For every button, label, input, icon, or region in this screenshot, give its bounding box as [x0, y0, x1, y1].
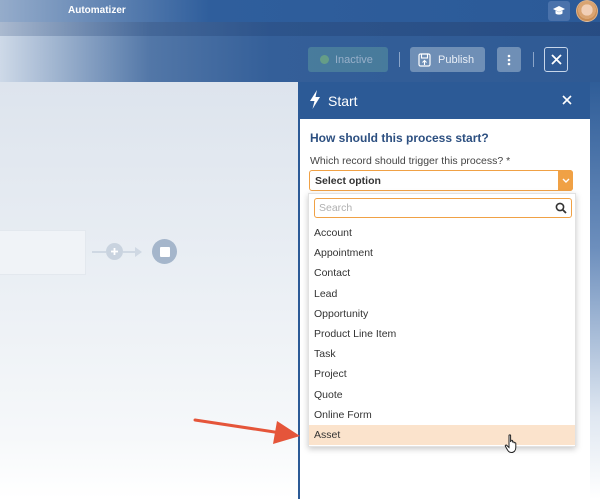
trigger-record-select[interactable]: Select option — [309, 170, 573, 191]
hand-cursor-icon — [504, 434, 517, 454]
section-heading: How should this process start? — [310, 131, 489, 145]
option-task[interactable]: Task — [309, 344, 575, 364]
plus-icon — [111, 248, 118, 255]
trigger-record-label: Which record should trigger this process… — [310, 155, 511, 167]
option-project[interactable]: Project — [309, 364, 575, 384]
toolbar: Inactive Publish — [0, 22, 600, 82]
inactive-toggle-button[interactable]: Inactive — [308, 47, 388, 72]
more-options-button[interactable] — [497, 47, 521, 72]
publish-label: Publish — [438, 53, 475, 66]
option-account[interactable]: Account — [309, 223, 575, 243]
option-asset[interactable]: Asset — [309, 424, 575, 446]
option-contact[interactable]: Contact — [309, 263, 575, 283]
search-input[interactable] — [315, 199, 553, 217]
search-box — [314, 198, 572, 218]
option-lead[interactable]: Lead — [309, 284, 575, 304]
stop-icon — [159, 246, 170, 257]
end-node[interactable] — [152, 239, 177, 264]
inactive-label: Inactive — [335, 53, 373, 66]
options-dropdown: Account Appointment Contact Lead Opportu… — [308, 193, 576, 447]
search-icon[interactable] — [555, 202, 567, 214]
bolt-icon — [310, 90, 320, 109]
close-editor-button[interactable] — [544, 47, 568, 72]
app-title: Automatizer — [68, 5, 126, 16]
connector-arrow — [135, 247, 142, 257]
chevron-down-icon[interactable] — [558, 170, 573, 191]
start-node[interactable] — [0, 230, 86, 275]
select-value: Select option — [315, 175, 381, 187]
toggle-icon — [320, 55, 329, 64]
panel-header: Start — [298, 82, 590, 119]
toolbar-divider — [399, 52, 400, 67]
panel-title: Start — [328, 93, 358, 109]
annotation-arrow — [193, 418, 300, 444]
connector-line — [92, 251, 106, 253]
publish-icon — [418, 52, 431, 67]
user-avatar[interactable] — [576, 0, 598, 22]
start-panel: Start How should this process start? Whi… — [298, 82, 600, 499]
more-vertical-icon — [507, 54, 511, 65]
option-product-line-item[interactable]: Product Line Item — [309, 324, 575, 344]
options-list: Account Appointment Contact Lead Opportu… — [309, 223, 575, 446]
option-opportunity[interactable]: Opportunity — [309, 304, 575, 324]
app-header: Automatizer — [0, 0, 600, 22]
publish-button[interactable]: Publish — [410, 47, 485, 72]
graduation-cap-icon[interactable] — [548, 1, 570, 21]
option-online-form[interactable]: Online Form — [309, 405, 575, 425]
option-appointment[interactable]: Appointment — [309, 243, 575, 263]
panel-edge — [590, 82, 600, 499]
toolbar-divider — [533, 52, 534, 67]
close-icon — [550, 54, 562, 65]
add-step-button[interactable] — [106, 243, 123, 260]
option-quote[interactable]: Quote — [309, 385, 575, 405]
close-icon[interactable] — [560, 93, 574, 107]
